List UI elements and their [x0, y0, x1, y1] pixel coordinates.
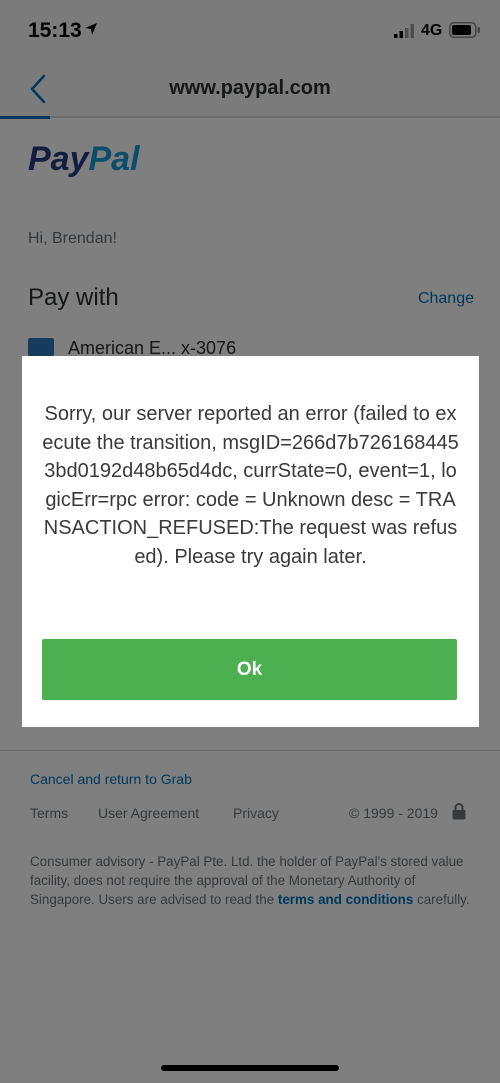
error-message: Sorry, our server reported an error (fai…	[42, 403, 459, 568]
error-dialog: Sorry, our server reported an error (fai…	[22, 356, 479, 727]
home-indicator[interactable]	[161, 1065, 339, 1071]
ok-button[interactable]: Ok	[42, 639, 457, 700]
